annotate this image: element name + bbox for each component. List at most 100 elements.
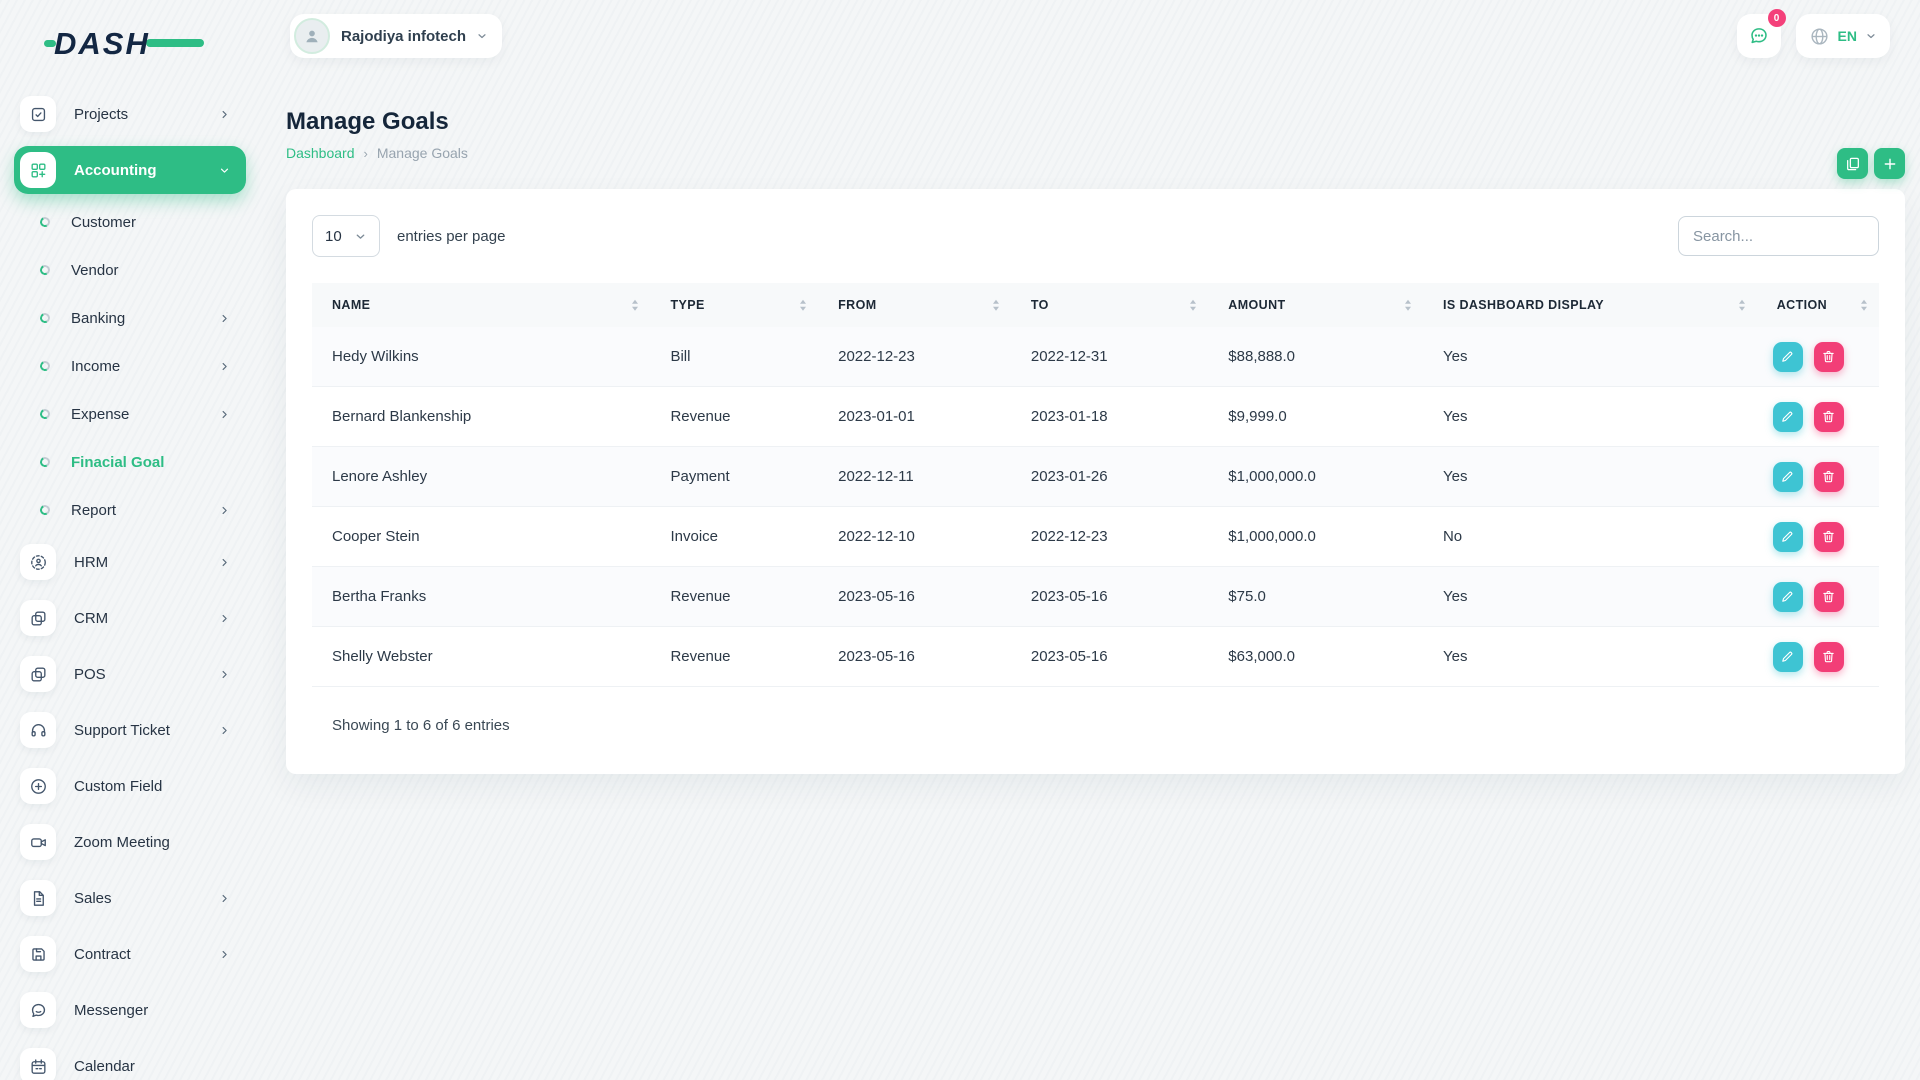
sidebar-item-customer[interactable]: Customer: [14, 202, 246, 242]
logo-text: DASH: [54, 26, 150, 61]
sort-icon: [632, 299, 639, 311]
cell-name: Lenore Ashley: [332, 468, 428, 485]
file-export-icon: [1846, 157, 1859, 170]
table-row-shelly-webster: Shelly Webster Revenue 2023-05-16 2023-0…: [312, 627, 1879, 687]
column-header-from[interactable]: FROM: [818, 298, 1011, 312]
goals-table: NAME TYPE FROM TO AMOUNT IS DASHBOARD DI…: [312, 283, 1879, 748]
cell-amount: $88,888.0: [1228, 348, 1296, 365]
cell-type: Revenue: [670, 648, 731, 665]
language-selector[interactable]: EN: [1795, 14, 1890, 58]
sidebar-item-label: Messenger: [74, 1001, 149, 1019]
chevron-right-icon: [218, 108, 231, 121]
sidebar-item-label: Accounting: [74, 161, 157, 179]
bullet-icon: [38, 311, 52, 325]
sidebar-item-messenger[interactable]: Messenger: [14, 986, 246, 1034]
cell-action: [1757, 581, 1879, 612]
sidebar-item-hrm[interactable]: HRM: [14, 538, 246, 586]
sidebar-item-label: Income: [71, 357, 121, 375]
column-header-label: TYPE: [670, 298, 705, 312]
trash-icon: [1823, 590, 1834, 603]
cell-name: Hedy Wilkins: [332, 348, 419, 365]
edit-button[interactable]: [1772, 401, 1803, 432]
delete-button[interactable]: [1813, 401, 1844, 432]
page-head: Manage Goals Dashboard › Manage Goals: [286, 108, 1905, 179]
column-header-to[interactable]: TO: [1011, 298, 1208, 312]
chevron-right-icon: [218, 668, 231, 681]
cell-amount: $1,000,000.0: [1228, 528, 1316, 545]
edit-button[interactable]: [1772, 641, 1803, 672]
sidebar-item-support-ticket[interactable]: Support Ticket: [14, 706, 246, 754]
sidebar-item-income[interactable]: Income: [14, 346, 246, 386]
sidebar-item-label: Zoom Meeting: [74, 833, 170, 851]
delete-button[interactable]: [1813, 581, 1844, 612]
edit-button[interactable]: [1772, 341, 1803, 372]
column-header-label: TO: [1030, 298, 1049, 312]
column-header-is-dashboard-display[interactable]: IS DASHBOARD DISPLAY: [1423, 298, 1757, 312]
delete-button[interactable]: [1813, 521, 1844, 552]
chevron-down-icon: [1865, 30, 1877, 42]
sidebar: DASH Projects Accounting Customer Vendor…: [0, 0, 260, 1080]
app-logo: DASH: [44, 26, 204, 61]
sidebar-item-vendor[interactable]: Vendor: [14, 250, 246, 290]
edit-button[interactable]: [1772, 461, 1803, 492]
column-header-name[interactable]: NAME: [312, 298, 650, 312]
pencil-icon: [1782, 411, 1793, 422]
cell-type: Invoice: [670, 528, 718, 545]
delete-button[interactable]: [1813, 341, 1844, 372]
sidebar-item-pos[interactable]: POS: [14, 650, 246, 698]
entries-per-page-select[interactable]: 10: [312, 215, 380, 257]
cell-from: 2022-12-23: [838, 348, 915, 365]
goals-card: 10 entries per page NAME TYPE: [286, 189, 1905, 774]
cell-amount: $63,000.0: [1228, 648, 1296, 665]
delete-button[interactable]: [1813, 641, 1844, 672]
sidebar-item-projects[interactable]: Projects: [14, 90, 246, 138]
edit-button[interactable]: [1772, 581, 1803, 612]
sidebar-item-label: HRM: [74, 553, 109, 571]
pencil-icon: [1782, 591, 1793, 602]
table-body: Hedy Wilkins Bill 2022-12-23 2022-12-31 …: [312, 327, 1879, 687]
breadcrumb-dashboard-link[interactable]: Dashboard: [286, 145, 355, 161]
sidebar-item-report[interactable]: Report: [14, 490, 246, 530]
notifications-button[interactable]: 0: [1736, 9, 1786, 58]
chevron-right-icon: [218, 612, 231, 625]
save-icon: [20, 936, 56, 972]
table-controls: 10 entries per page: [312, 215, 1879, 257]
column-header-label: FROM: [838, 298, 877, 312]
export-button[interactable]: [1837, 148, 1868, 179]
edit-button[interactable]: [1772, 521, 1803, 552]
person-icon: [306, 30, 318, 43]
column-header-type[interactable]: TYPE: [650, 298, 818, 312]
notification-badge: 0: [1767, 9, 1786, 27]
sidebar-item-crm[interactable]: CRM: [14, 594, 246, 642]
company-switcher[interactable]: Rajodiya infotech: [290, 14, 503, 58]
file-icon: [20, 880, 56, 916]
sidebar-item-sales[interactable]: Sales: [14, 874, 246, 922]
sidebar-item-zoom-meeting[interactable]: Zoom Meeting: [14, 818, 246, 866]
chat-notification-icon: [1750, 28, 1767, 44]
sidebar-item-label: Report: [71, 501, 117, 519]
sidebar-item-contract[interactable]: Contract: [14, 930, 246, 978]
chevron-down-icon: [476, 30, 488, 42]
sidebar-item-calendar[interactable]: Calendar: [14, 1042, 246, 1080]
sidebar-item-custom-field[interactable]: Custom Field: [14, 762, 246, 810]
table-row-hedy-wilkins: Hedy Wilkins Bill 2022-12-23 2022-12-31 …: [312, 327, 1879, 387]
sidebar-item-finacial-goal[interactable]: Finacial Goal: [14, 442, 246, 482]
cell-name: Cooper Stein: [332, 528, 420, 545]
cell-type: Payment: [670, 468, 730, 485]
cell-from: 2022-12-10: [838, 528, 915, 545]
company-name: Rajodiya infotech: [341, 27, 467, 45]
column-header-amount[interactable]: AMOUNT: [1208, 298, 1423, 312]
entries-per-page-value: 10: [325, 227, 342, 245]
add-goal-button[interactable]: [1874, 148, 1905, 179]
sidebar-item-banking[interactable]: Banking: [14, 298, 246, 338]
page-title: Manage Goals: [286, 108, 449, 135]
sidebar-item-expense[interactable]: Expense: [14, 394, 246, 434]
chevron-right-icon: [218, 724, 231, 737]
search-input[interactable]: [1678, 216, 1879, 256]
chevron-right-icon: [218, 556, 231, 569]
column-header-action[interactable]: ACTION: [1757, 298, 1879, 312]
pencil-icon: [1782, 651, 1793, 662]
sidebar-item-accounting[interactable]: Accounting: [14, 146, 246, 194]
cell-to: 2023-05-16: [1030, 648, 1108, 665]
delete-button[interactable]: [1813, 461, 1844, 492]
